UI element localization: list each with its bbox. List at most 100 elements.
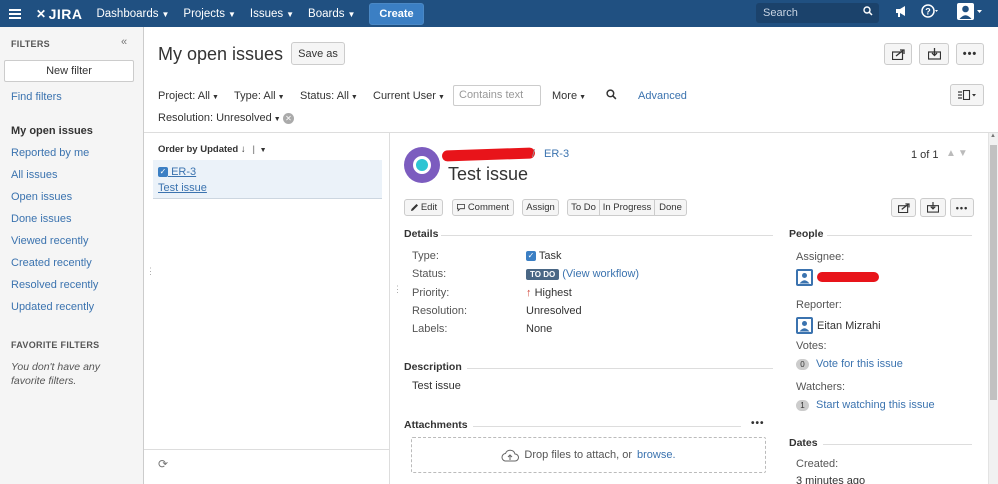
advanced-search-link[interactable]: Advanced: [638, 90, 687, 102]
share-icon: [891, 48, 905, 60]
contains-text-input[interactable]: Contains text: [453, 85, 541, 106]
resolution-filter[interactable]: Resolution: Unresolved ▼: [158, 112, 281, 124]
favorite-filters-empty-note: You don't have any favorite filters.: [11, 361, 100, 387]
redacted-assignee-name: [817, 272, 879, 282]
caret-down-icon: ▼: [161, 9, 170, 19]
create-button[interactable]: Create: [369, 2, 424, 25]
details-header: Details: [404, 228, 439, 240]
issue-list-panel: Order by Updated ↓ | ▼ ✓ ER-3 Test issue…: [144, 133, 390, 484]
share-icon: [897, 202, 910, 213]
type-filter[interactable]: Type: All ▼: [234, 90, 285, 102]
detail-scrollbar[interactable]: ▲: [988, 133, 998, 484]
vote-link[interactable]: Vote for this issue: [816, 358, 903, 370]
sidebar-item-my-open-issues[interactable]: My open issues: [11, 125, 93, 137]
export-button[interactable]: [919, 43, 949, 65]
divider: [827, 235, 972, 236]
pager-arrows-icon[interactable]: ▲▼: [946, 148, 970, 159]
caret-down-icon: ▼: [277, 94, 285, 101]
search-icon[interactable]: [606, 89, 617, 103]
sidebar-item-all-issues[interactable]: All issues: [11, 169, 57, 181]
divider: [467, 368, 773, 369]
divider: [823, 444, 972, 445]
share-button[interactable]: [884, 43, 912, 65]
top-navigation-bar: ✕ JIRA Dashboards ▼ Projects ▼ Issues ▼ Boa…: [0, 0, 998, 27]
nav-issues[interactable]: Issues ▼: [250, 8, 294, 20]
browse-link[interactable]: browse.: [637, 449, 676, 461]
search-input[interactable]: Search: [756, 3, 879, 23]
attachments-more-icon[interactable]: •••: [751, 418, 765, 429]
nav-projects[interactable]: Projects ▼: [183, 8, 235, 20]
nav-dashboards[interactable]: Dashboards ▼: [96, 8, 169, 20]
to-do-button[interactable]: To Do: [567, 199, 600, 216]
scroll-up-icon[interactable]: ▲: [990, 133, 996, 139]
sidebar-item-reported-by-me[interactable]: Reported by me: [11, 147, 89, 159]
upload-cloud-icon: [501, 449, 520, 461]
issue-title[interactable]: Test issue: [448, 164, 528, 185]
clear-resolution-icon[interactable]: ✕: [283, 113, 294, 124]
layout-switcher-button[interactable]: [950, 84, 984, 106]
svg-text:?: ?: [925, 7, 931, 17]
status-filter[interactable]: Status: All ▼: [300, 90, 358, 102]
issue-key-link[interactable]: ER-3: [544, 148, 569, 160]
start-watching-link[interactable]: Start watching this issue: [816, 399, 935, 411]
comment-button[interactable]: Comment: [452, 199, 514, 216]
more-actions-button[interactable]: •••: [950, 198, 974, 217]
order-by-control[interactable]: Order by Updated ↓ | ▼: [158, 144, 267, 155]
project-avatar[interactable]: [404, 147, 440, 183]
created-value: 3 minutes ago: [796, 475, 866, 484]
menu-icon[interactable]: [0, 0, 30, 27]
arrow-down-icon: ↓: [240, 144, 246, 155]
resize-handle-icon[interactable]: ⋮: [146, 266, 155, 277]
issue-summary-link[interactable]: Test issue: [158, 182, 207, 194]
sidebar-item-done-issues[interactable]: Done issues: [11, 213, 72, 225]
in-progress-button[interactable]: In Progress: [599, 199, 655, 216]
sidebar-item-updated-recently[interactable]: Updated recently: [11, 301, 94, 313]
labels-value[interactable]: None: [526, 323, 552, 335]
assignee-filter[interactable]: Current User ▼: [373, 90, 445, 102]
sidebar-item-created-recently[interactable]: Created recently: [11, 257, 92, 269]
share-button[interactable]: [891, 198, 916, 217]
view-workflow-link[interactable]: (View workflow): [562, 268, 639, 280]
caret-down-icon: ▼: [350, 94, 358, 101]
attachment-drop-zone[interactable]: Drop files to attach, or browse.: [411, 437, 766, 473]
collapse-sidebar-icon[interactable]: «: [121, 36, 127, 48]
caret-down-icon: ▼: [347, 9, 356, 19]
more-filter[interactable]: More ▼: [552, 90, 586, 102]
sidebar-item-resolved-recently[interactable]: Resolved recently: [11, 279, 98, 291]
attachments-header: Attachments: [404, 419, 468, 431]
page-title: My open issues: [158, 44, 284, 64]
refresh-icon[interactable]: ⟳: [158, 457, 168, 471]
description-text[interactable]: Test issue: [412, 380, 461, 392]
jira-logo[interactable]: ✕ JIRA: [36, 6, 82, 22]
dates-header: Dates: [789, 437, 818, 449]
type-value: ✓ Task: [526, 250, 562, 262]
save-as-button[interactable]: Save as: [291, 42, 345, 65]
list-item[interactable]: ✓ ER-3 Test issue: [153, 160, 382, 199]
nav-boards[interactable]: Boards ▼: [308, 8, 355, 20]
project-filter[interactable]: Project: All ▼: [158, 90, 219, 102]
user-avatar-icon: [796, 269, 813, 286]
assignee-value[interactable]: [796, 269, 813, 286]
reporter-value[interactable]: Eitan Mizrahi: [796, 317, 881, 334]
export-button[interactable]: [920, 198, 946, 217]
issue-key-link[interactable]: ✓ ER-3: [158, 166, 196, 178]
assign-button[interactable]: Assign: [522, 199, 559, 216]
edit-button[interactable]: Edit: [404, 199, 443, 216]
find-filters-link[interactable]: Find filters: [11, 91, 62, 103]
scrollbar-thumb[interactable]: [990, 145, 997, 400]
votes-count-badge: 0: [796, 358, 809, 370]
megaphone-icon[interactable]: [894, 4, 908, 21]
filters-sidebar: FILTERS « New filter Find filters My ope…: [0, 27, 144, 484]
sidebar-item-open-issues[interactable]: Open issues: [11, 191, 72, 203]
favorite-filters-header: FAVORITE FILTERS: [11, 340, 100, 350]
priority-value[interactable]: ↑ Highest: [526, 287, 572, 299]
more-actions-button[interactable]: •••: [956, 43, 984, 65]
caret-down-icon: ▼: [273, 116, 281, 123]
help-icon[interactable]: ?: [921, 4, 939, 21]
sidebar-item-viewed-recently[interactable]: Viewed recently: [11, 235, 88, 247]
new-filter-button[interactable]: New filter: [4, 60, 134, 82]
people-header: People: [789, 228, 824, 240]
done-button[interactable]: Done: [654, 199, 687, 216]
user-icon[interactable]: [957, 3, 983, 23]
caret-down-icon[interactable]: ▼: [260, 147, 267, 154]
